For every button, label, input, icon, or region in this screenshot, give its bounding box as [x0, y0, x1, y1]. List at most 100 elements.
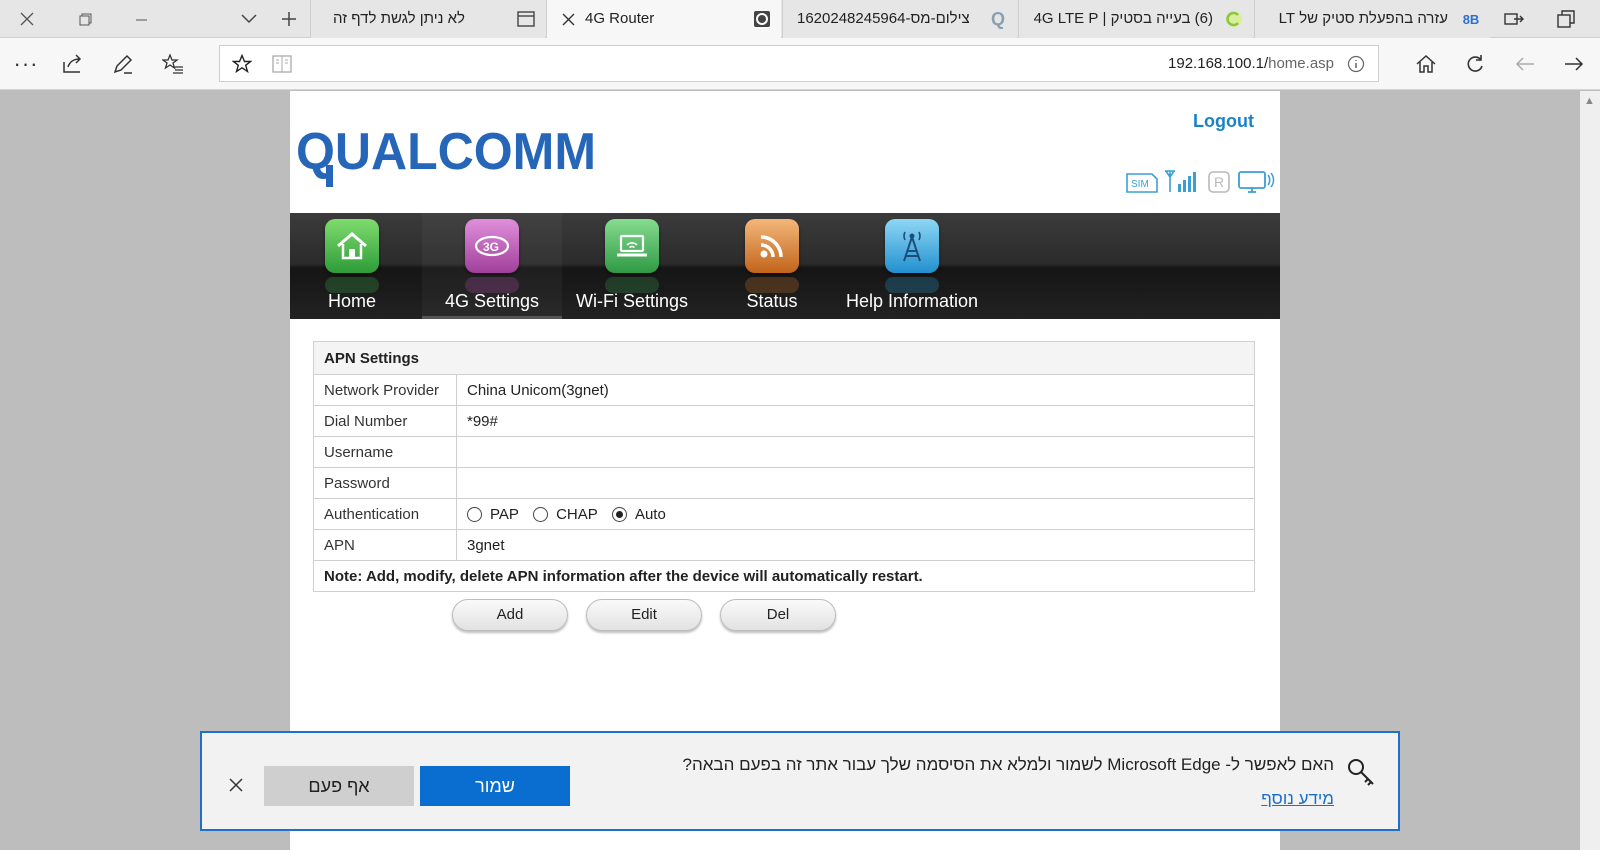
tab-title: עזרה בהפעלת סטיק של LT — [1278, 10, 1448, 27]
auth-chap-label: CHAP — [556, 505, 598, 523]
url-text: 192.168.100.1/home.asp — [1168, 55, 1334, 72]
home-button[interactable] — [1410, 48, 1442, 80]
restore-window-button[interactable] — [62, 0, 108, 38]
router-favicon-icon — [752, 9, 772, 29]
save-password-question: האם לאפשר ל- Microsoft Edge לשמור ולמלא … — [682, 755, 1335, 774]
menu-wifi-settings[interactable]: Wi-Fi Settings — [562, 213, 702, 319]
url-host: 192.168.100.1/ — [1168, 55, 1269, 72]
refresh-button[interactable] — [1459, 48, 1491, 80]
forward-button[interactable] — [1509, 48, 1541, 80]
key-icon — [1348, 759, 1374, 786]
save-password-button[interactable]: שמור — [420, 766, 570, 806]
table-row: Username — [313, 436, 1255, 468]
vertical-scrollbar[interactable]: ▲ — [1580, 91, 1600, 850]
wifi-laptop-icon — [605, 219, 659, 293]
apn-header-row: APN Settings — [313, 341, 1255, 375]
edit-button[interactable]: Edit — [586, 599, 702, 631]
close-window-button[interactable] — [4, 0, 50, 38]
star-icon — [232, 54, 252, 74]
add-button[interactable]: Add — [452, 599, 568, 631]
apn-label: APN — [313, 529, 457, 561]
logout-link[interactable]: Logout — [1193, 111, 1254, 132]
auth-chap-radio[interactable] — [533, 506, 549, 522]
tab-title: (6) בעייה בסטיק | 4G LTE P — [1033, 10, 1213, 27]
reading-view-button[interactable] — [266, 48, 298, 80]
minimize-window-button[interactable] — [118, 0, 164, 38]
menu-status-label: Status — [746, 291, 798, 311]
dial-number-label: Dial Number — [313, 405, 457, 437]
never-save-button[interactable]: אף פעם — [264, 766, 414, 806]
tab-forum[interactable]: (6) בעייה בסטיק | 4G LTE P — [1018, 0, 1253, 38]
network-provider-label: Network Provider — [313, 374, 457, 406]
site-info-button[interactable] — [1340, 48, 1372, 80]
menu-status[interactable]: Status — [702, 213, 842, 319]
table-row: Network Provider China Unicom(3gnet) — [313, 374, 1255, 406]
qualcomm-logo: QUALCOMM — [296, 121, 616, 191]
password-value — [456, 467, 1255, 499]
pen-icon — [113, 54, 133, 74]
back-button[interactable] — [1558, 48, 1590, 80]
url-path: home.asp — [1268, 55, 1334, 72]
auth-auto-radio[interactable] — [611, 506, 627, 522]
tab-page-unreachable[interactable]: לא ניתן לגשת לדף זה — [310, 0, 545, 38]
auth-pap-label: PAP — [490, 505, 519, 523]
chevron-down-icon — [241, 14, 257, 24]
sim-icon: SIM — [1126, 173, 1158, 193]
roaming-icon: R — [1208, 171, 1230, 193]
menu-4g-label: 4G Settings — [444, 291, 540, 311]
more-icon: ··· — [13, 51, 39, 76]
del-button[interactable]: Del — [720, 599, 836, 631]
table-row: Password — [313, 467, 1255, 499]
page-icon — [516, 9, 536, 29]
note-row: Note: Add, modify, delete APN informatio… — [313, 560, 1255, 592]
authentication-options: PAP CHAP Auto — [456, 498, 1255, 530]
auth-auto-label: Auto — [634, 505, 666, 523]
scroll-up-icon[interactable]: ▲ — [1584, 95, 1595, 107]
new-tab-button[interactable] — [266, 0, 312, 38]
menu-home[interactable]: Home — [282, 213, 422, 319]
more-menu-button[interactable]: ··· — [10, 48, 42, 80]
forum-favicon-icon — [1224, 9, 1244, 29]
menu-wifi-label: Wi-Fi Settings — [575, 291, 689, 311]
home-icon — [325, 219, 379, 293]
add-notes-button[interactable] — [107, 48, 139, 80]
more-info-link[interactable]: מידע נוסף — [1261, 789, 1334, 809]
tab-4g-router[interactable]: 4G Router — [546, 0, 781, 38]
set-tabs-aside-button[interactable] — [1491, 0, 1537, 38]
favorites-list-icon — [162, 54, 183, 74]
share-button[interactable] — [57, 48, 89, 80]
close-tab-button[interactable] — [557, 8, 579, 30]
username-value — [456, 436, 1255, 468]
menu-help-label: Help Information — [845, 291, 979, 311]
home-icon — [1416, 54, 1436, 73]
save-password-notification: האם לאפשר ל- Microsoft Edge לשמור ולמלא … — [200, 731, 1400, 831]
tab-help[interactable]: עזרה בהפעלת סטיק של LT 8B — [1254, 0, 1490, 38]
auth-pap-radio[interactable] — [467, 506, 482, 522]
rss-icon — [745, 219, 799, 293]
apn-settings-title: APN Settings — [313, 341, 1255, 375]
restart-note: Note: Add, modify, delete APN informatio… — [313, 560, 1255, 592]
favorites-hub-button[interactable] — [157, 48, 189, 80]
close-notification-button[interactable] — [224, 773, 248, 797]
main-menu: Home 3G 4G Settings Wi-Fi Settings Statu… — [290, 213, 1280, 319]
tab-screenshot[interactable]: צילום-מס-1620248245964 Q — [782, 0, 1017, 38]
arrow-left-icon — [1515, 57, 1534, 71]
q-favicon-icon: Q — [990, 8, 1005, 29]
close-icon — [229, 778, 243, 792]
add-favorite-button[interactable] — [226, 48, 258, 80]
tabs-preview-icon — [1557, 10, 1575, 28]
username-label: Username — [313, 436, 457, 468]
menu-4g-settings[interactable]: 3G 4G Settings — [422, 213, 562, 319]
logo-text: QUALCOMM — [296, 123, 596, 181]
address-bar[interactable]: 192.168.100.1/home.asp — [219, 45, 1379, 82]
sim-label: SIM — [1131, 179, 1149, 190]
book-icon — [272, 55, 292, 73]
apn-value: 3gnet — [456, 529, 1255, 561]
dial-number-value: *99# — [456, 405, 1255, 437]
menu-help-information[interactable]: Help Information — [842, 213, 982, 319]
tabs-preview-button[interactable] — [1543, 0, 1589, 38]
refresh-icon — [1467, 55, 1483, 72]
navigation-bar: ··· 192.168.100.1/home.asp — [0, 38, 1600, 90]
network-provider-value: China Unicom(3gnet) — [456, 374, 1255, 406]
status-icons: SIM R — [1120, 169, 1280, 197]
